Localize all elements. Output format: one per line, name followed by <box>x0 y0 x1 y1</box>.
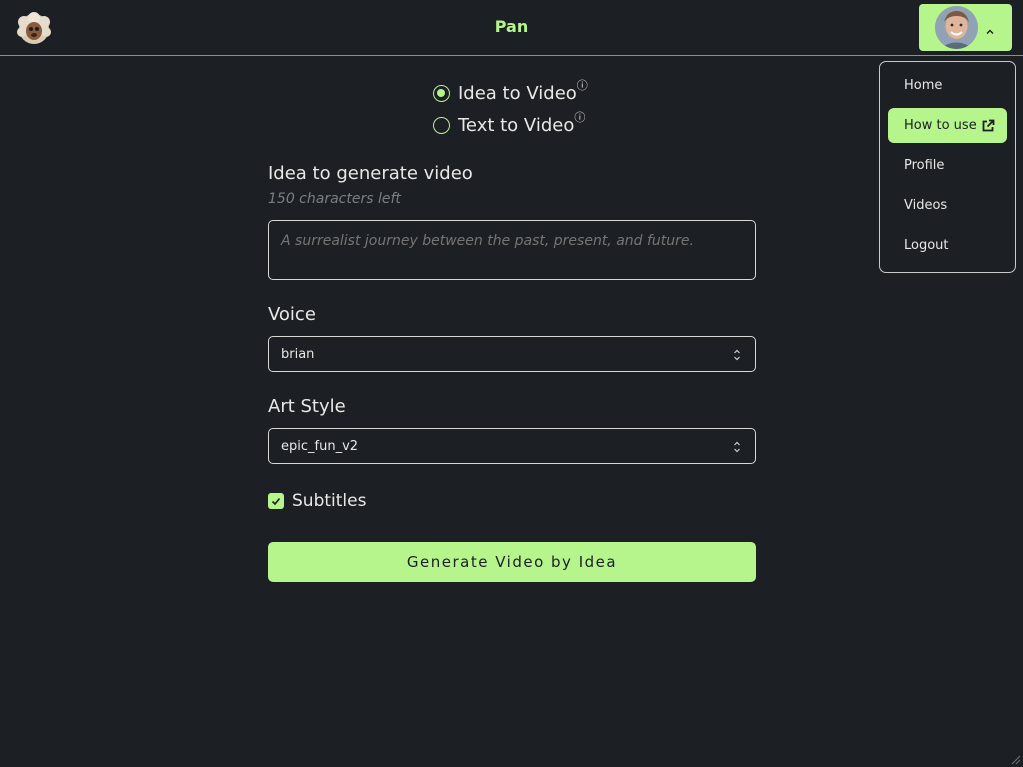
external-link-icon <box>981 119 995 133</box>
radio-text-to-video[interactable]: Text to Videoⓘ <box>433 111 585 136</box>
idea-label: Idea to generate video <box>268 163 473 184</box>
menu-item-label: Videos <box>904 198 948 213</box>
menu-item-label: Profile <box>904 158 945 173</box>
avatar <box>935 6 978 49</box>
menu-item-profile[interactable]: Profile <box>888 148 1007 183</box>
info-icon[interactable]: ⓘ <box>574 111 585 124</box>
characters-left-hint: 150 characters left <box>268 191 401 207</box>
radio-button-selected[interactable] <box>433 85 450 102</box>
chevron-up-icon <box>985 22 995 34</box>
user-dropdown-menu: Home How to use Profile Videos Logout <box>879 61 1016 273</box>
voice-label: Voice <box>268 304 316 325</box>
generate-video-button[interactable]: Generate Video by Idea <box>268 542 756 582</box>
check-icon <box>271 497 281 506</box>
subtitles-checkbox-row[interactable]: Subtitles <box>268 491 366 511</box>
radio-label: Text to Video <box>458 115 575 136</box>
menu-item-label: How to use <box>904 118 977 133</box>
menu-item-how-to-use[interactable]: How to use <box>888 108 1007 143</box>
art-style-label: Art Style <box>268 396 346 417</box>
voice-select-value: brian <box>281 346 315 362</box>
art-style-select[interactable]: epic_fun_v2 <box>268 428 756 464</box>
top-bar: Pan <box>0 0 1023 56</box>
info-icon[interactable]: ⓘ <box>577 79 588 92</box>
app-title: Pan <box>494 17 529 36</box>
subtitles-checkbox[interactable] <box>268 493 284 509</box>
select-arrows-icon <box>733 440 741 454</box>
select-arrows-icon <box>733 348 741 362</box>
radio-label: Idea to Video <box>458 83 577 104</box>
radio-button[interactable] <box>433 117 450 134</box>
menu-item-videos[interactable]: Videos <box>888 188 1007 223</box>
idea-input[interactable] <box>268 220 756 280</box>
resize-grip-icon[interactable] <box>1009 753 1021 765</box>
subtitles-label: Subtitles <box>292 491 367 511</box>
art-style-select-value: epic_fun_v2 <box>281 438 359 454</box>
menu-item-label: Home <box>904 78 943 93</box>
voice-select[interactable]: brian <box>268 336 756 372</box>
radio-idea-to-video[interactable]: Idea to Videoⓘ <box>433 79 588 104</box>
menu-item-logout[interactable]: Logout <box>888 228 1007 263</box>
menu-item-label: Logout <box>904 238 949 253</box>
menu-item-home[interactable]: Home <box>888 68 1007 103</box>
user-menu-button[interactable] <box>919 4 1012 51</box>
